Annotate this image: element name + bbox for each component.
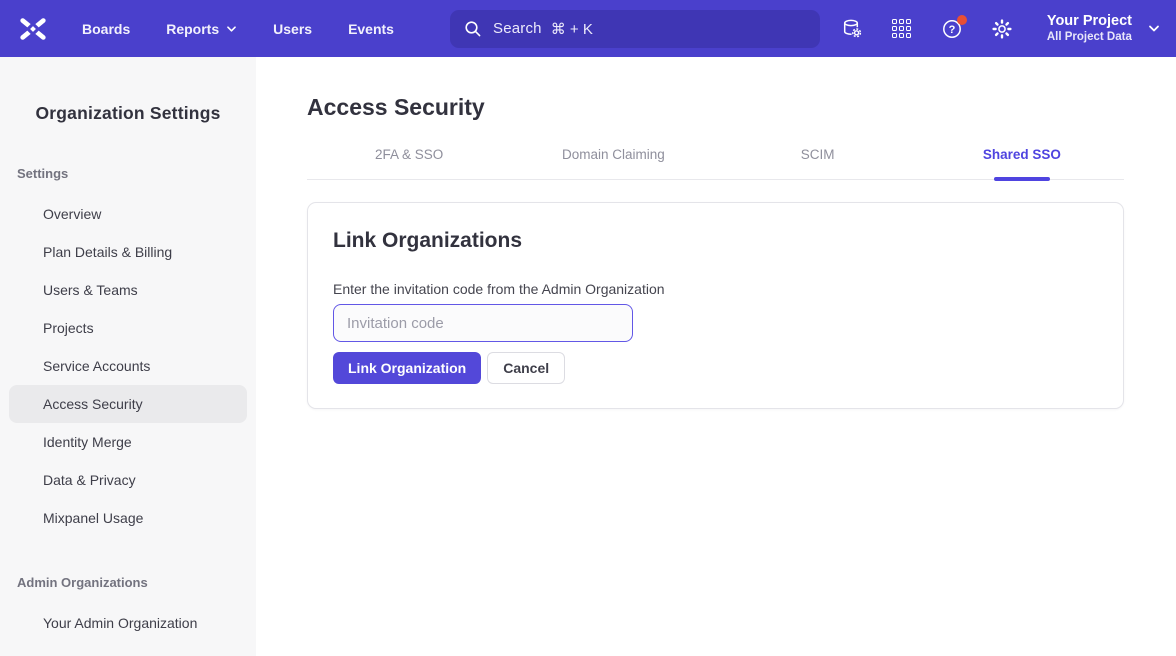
sidebar-item-label: Plan Details & Billing <box>43 244 172 260</box>
card-title: Link Organizations <box>333 229 1098 253</box>
sidebar-item-label: Access Security <box>43 396 143 412</box>
project-name: Your Project <box>1047 12 1132 31</box>
nav-item-label: Boards <box>82 21 130 37</box>
project-selector-text: Your Project All Project Data <box>1047 12 1132 46</box>
sidebar-item-data-privacy[interactable]: Data & Privacy <box>9 461 247 499</box>
sidebar-item-label: Projects <box>43 320 94 336</box>
sidebar-item-users-teams[interactable]: Users & Teams <box>9 271 247 309</box>
invitation-code-input[interactable] <box>333 304 633 342</box>
project-selector[interactable]: Your Project All Project Data <box>1047 12 1160 46</box>
sidebar-item-your-admin-organization[interactable]: Your Admin Organization <box>9 604 247 642</box>
tab-domain-claiming[interactable]: Domain Claiming <box>511 147 715 179</box>
org-settings-sidebar: Organization Settings Settings Overview … <box>0 57 256 656</box>
settings-gear-icon <box>991 18 1013 40</box>
nav-item-label: Reports <box>166 21 219 37</box>
navbar-right-controls: ? Your Project All Project Data <box>841 12 1160 46</box>
link-organizations-card: Link Organizations Enter the invitation … <box>307 202 1124 409</box>
notification-dot <box>957 15 967 25</box>
tab-label: 2FA & SSO <box>375 147 443 162</box>
data-management-button[interactable] <box>841 18 863 40</box>
primary-nav: Boards Reports Users Events <box>82 21 394 37</box>
sidebar-section-settings-label: Settings <box>17 166 256 181</box>
page-title: Access Security <box>307 94 1124 121</box>
sidebar-item-label: Mixpanel Usage <box>43 510 143 526</box>
nav-item-boards[interactable]: Boards <box>82 21 130 37</box>
nav-item-events[interactable]: Events <box>348 21 394 37</box>
sidebar-item-label: Overview <box>43 206 101 222</box>
main-content: Access Security 2FA & SSO Domain Claimin… <box>256 57 1176 656</box>
mixpanel-logo[interactable] <box>18 14 48 44</box>
sidebar-item-plan-details-billing[interactable]: Plan Details & Billing <box>9 233 247 271</box>
chevron-down-icon <box>1148 24 1160 33</box>
cancel-button[interactable]: Cancel <box>487 352 565 384</box>
top-navbar: Boards Reports Users Events Search ⌘ + K <box>0 0 1176 57</box>
sidebar-item-identity-merge[interactable]: Identity Merge <box>9 423 247 461</box>
tab-label: Shared SSO <box>983 147 1061 162</box>
nav-item-reports[interactable]: Reports <box>166 21 237 37</box>
search-shortcut: ⌘ + K <box>551 20 593 38</box>
apps-menu-button[interactable] <box>891 18 913 40</box>
data-management-icon <box>841 18 863 40</box>
tab-label: SCIM <box>801 147 835 162</box>
tab-shared-sso[interactable]: Shared SSO <box>920 147 1124 179</box>
sidebar-item-label: Identity Merge <box>43 434 132 450</box>
active-tab-underline <box>994 177 1050 181</box>
sidebar-item-mixpanel-usage[interactable]: Mixpanel Usage <box>9 499 247 537</box>
sidebar-admin-list: Your Admin Organization <box>0 604 256 642</box>
sidebar-item-service-accounts[interactable]: Service Accounts <box>9 347 247 385</box>
sidebar-item-label: Service Accounts <box>43 358 150 374</box>
sidebar-item-label: Data & Privacy <box>43 472 136 488</box>
sidebar-settings-list: Overview Plan Details & Billing Users & … <box>0 195 256 537</box>
invitation-code-label: Enter the invitation code from the Admin… <box>333 281 1098 297</box>
tab-2fa-sso[interactable]: 2FA & SSO <box>307 147 511 179</box>
global-search-input[interactable]: Search ⌘ + K <box>450 10 820 48</box>
access-security-tabs: 2FA & SSO Domain Claiming SCIM Shared SS… <box>307 147 1124 180</box>
help-button[interactable]: ? <box>941 18 963 40</box>
nav-item-label: Users <box>273 21 312 37</box>
project-subtitle: All Project Data <box>1047 30 1132 45</box>
apps-grid-icon <box>892 19 911 38</box>
tab-scim[interactable]: SCIM <box>716 147 920 179</box>
card-button-row: Link Organization Cancel <box>333 352 1098 384</box>
nav-item-label: Events <box>348 21 394 37</box>
sidebar-item-overview[interactable]: Overview <box>9 195 247 233</box>
search-icon <box>464 20 482 38</box>
sidebar-title: Organization Settings <box>0 103 256 124</box>
link-organization-button[interactable]: Link Organization <box>333 352 481 384</box>
search-placeholder: Search <box>493 20 542 37</box>
mixpanel-logo-icon <box>18 14 48 44</box>
sidebar-item-label: Your Admin Organization <box>43 615 197 631</box>
svg-text:?: ? <box>948 24 955 36</box>
settings-button[interactable] <box>991 18 1013 40</box>
chevron-down-icon <box>226 25 237 33</box>
sidebar-item-label: Users & Teams <box>43 282 138 298</box>
tab-label: Domain Claiming <box>562 147 665 162</box>
sidebar-item-access-security[interactable]: Access Security <box>9 385 247 423</box>
sidebar-section-admin-label: Admin Organizations <box>17 575 256 590</box>
sidebar-item-projects[interactable]: Projects <box>9 309 247 347</box>
nav-item-users[interactable]: Users <box>273 21 312 37</box>
